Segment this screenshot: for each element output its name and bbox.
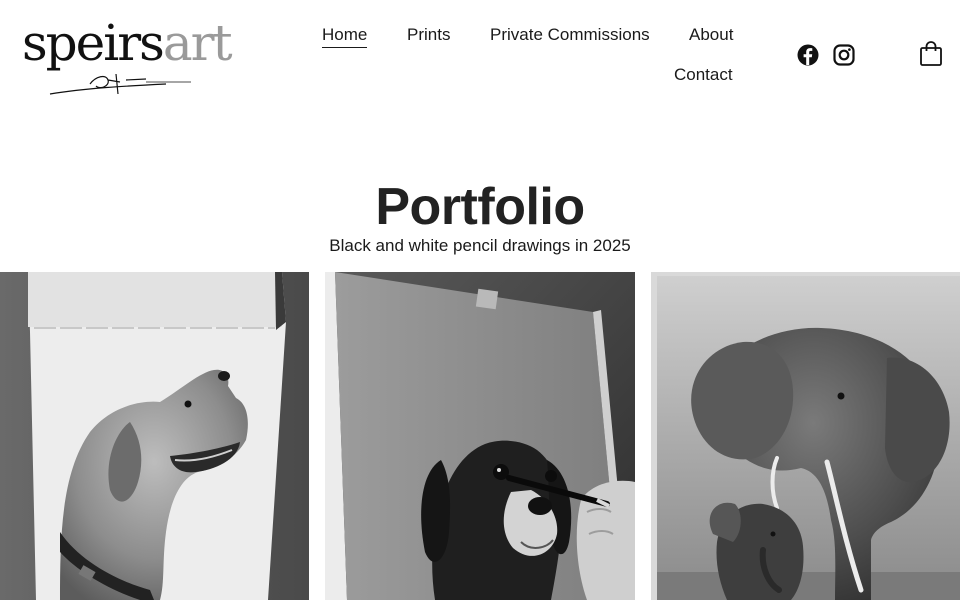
nav-contact[interactable]: Contact bbox=[674, 65, 733, 85]
page-subtitle: Black and white pencil drawings in 2025 bbox=[329, 236, 631, 255]
gallery-item-spaniel[interactable] bbox=[325, 272, 635, 600]
logo-signature bbox=[49, 73, 191, 95]
site-logo[interactable]: speirsart bbox=[20, 8, 233, 100]
elephant-and-calf-drawing bbox=[651, 272, 960, 600]
site-header: speirsart Home Prints Private Commission… bbox=[0, 0, 960, 110]
facebook-icon[interactable] bbox=[796, 43, 820, 67]
nav-prints[interactable]: Prints bbox=[407, 25, 450, 45]
nav-about[interactable]: About bbox=[689, 25, 733, 45]
logo-wordmark: speirsart bbox=[22, 14, 233, 72]
dog-profile-drawing bbox=[0, 272, 309, 600]
nav-private-commissions[interactable]: Private Commissions bbox=[490, 25, 650, 45]
instagram-icon[interactable] bbox=[832, 43, 856, 67]
gallery-item-elephant[interactable] bbox=[651, 272, 960, 600]
page-title: Portfolio bbox=[375, 177, 585, 236]
gallery-item-dog-profile[interactable] bbox=[0, 272, 309, 600]
shopping-bag-icon[interactable] bbox=[918, 40, 944, 68]
nav-home[interactable]: Home bbox=[322, 25, 368, 48]
spaniel-drawing-in-progress bbox=[325, 272, 635, 600]
